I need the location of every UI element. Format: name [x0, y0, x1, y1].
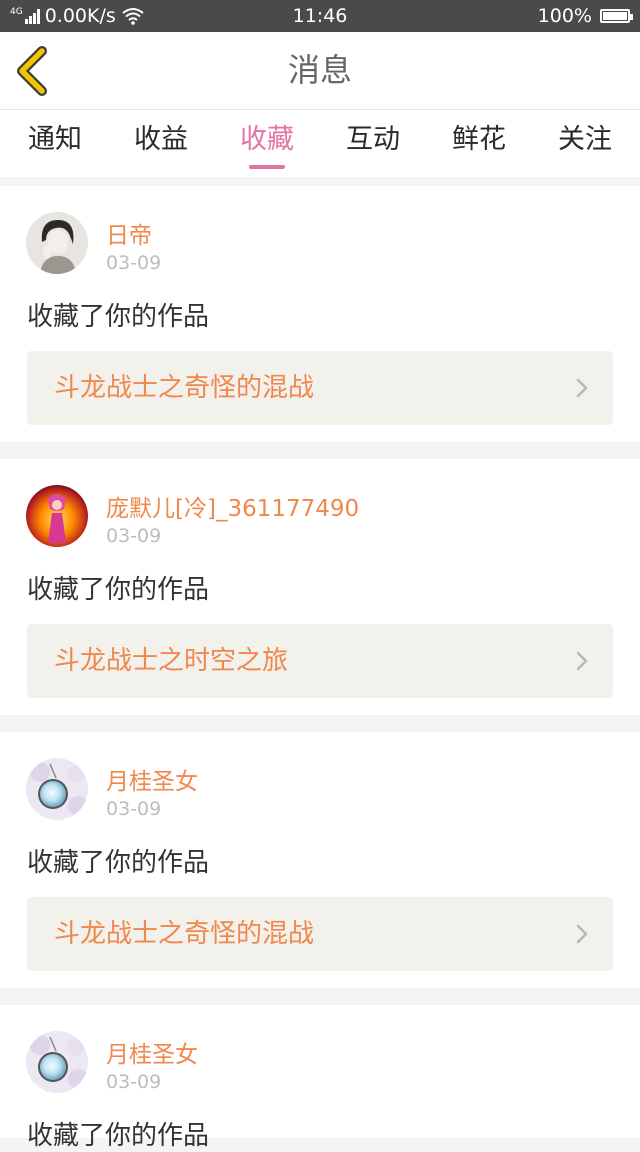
chevron-right-icon [576, 378, 588, 398]
avatar[interactable] [26, 1031, 88, 1093]
status-bar: 4G 0.00K/s 11:46 100% [0, 0, 640, 32]
username[interactable]: 月桂圣女 [106, 1035, 198, 1069]
message-card: 月桂圣女 03-09 收藏了你的作品 斗龙战士之奇怪的混战 [0, 732, 640, 988]
work-link[interactable]: 斗龙战士之奇怪的混战 [27, 351, 613, 425]
page-title: 消息 [287, 51, 352, 89]
action-text: 收藏了你的作品 [27, 848, 210, 878]
active-tab-indicator [249, 165, 285, 169]
message-date: 03-09 [106, 252, 162, 274]
tab-interaction[interactable]: 互动 [320, 110, 426, 177]
avatar[interactable] [26, 485, 88, 547]
nav-bar: 消息 [0, 32, 640, 110]
username[interactable]: 日帝 [106, 216, 152, 250]
tab-label: 通知 [28, 124, 82, 155]
message-date: 03-09 [106, 798, 162, 820]
avatar[interactable] [26, 212, 88, 274]
chevron-right-icon [576, 651, 588, 671]
tab-follow[interactable]: 关注 [532, 110, 638, 177]
work-title: 斗龙战士之奇怪的混战 [54, 373, 315, 403]
tab-earnings[interactable]: 收益 [108, 110, 214, 177]
tab-notice[interactable]: 通知 [2, 110, 108, 177]
work-link[interactable]: 斗龙战士之奇怪的混战 [27, 897, 613, 971]
status-right: 100% [537, 0, 633, 32]
tab-label: 收藏 [240, 124, 294, 155]
back-button[interactable] [10, 46, 56, 96]
action-text: 收藏了你的作品 [27, 302, 210, 332]
tab-bar: 通知 收益 收藏 互动 鲜花 关注 [0, 110, 640, 177]
tab-label: 关注 [558, 124, 612, 155]
message-date: 03-09 [106, 525, 162, 547]
message-card: 日帝 03-09 收藏了你的作品 斗龙战士之奇怪的混战 [0, 186, 640, 442]
tab-label: 鲜花 [452, 124, 506, 155]
chevron-right-icon [576, 924, 588, 944]
username[interactable]: 庞默儿[冷]_361177490 [106, 489, 359, 523]
tab-favorites[interactable]: 收藏 [214, 110, 320, 177]
username[interactable]: 月桂圣女 [106, 762, 198, 796]
avatar[interactable] [26, 758, 88, 820]
tab-label: 收益 [134, 124, 188, 155]
battery-percent: 100% [537, 5, 592, 27]
work-link[interactable]: 斗龙战士之时空之旅 [27, 624, 613, 698]
action-text: 收藏了你的作品 [27, 1121, 210, 1151]
battery-icon [600, 9, 633, 23]
message-date: 03-09 [106, 1071, 162, 1093]
work-title: 斗龙战士之时空之旅 [54, 646, 289, 676]
tab-label: 互动 [346, 124, 400, 155]
message-card: 月桂圣女 03-09 收藏了你的作品 [0, 1005, 640, 1151]
tab-flowers[interactable]: 鲜花 [426, 110, 532, 177]
message-card: 庞默儿[冷]_361177490 03-09 收藏了你的作品 斗龙战士之时空之旅 [0, 459, 640, 715]
action-text: 收藏了你的作品 [27, 575, 210, 605]
work-title: 斗龙战士之奇怪的混战 [54, 919, 315, 949]
